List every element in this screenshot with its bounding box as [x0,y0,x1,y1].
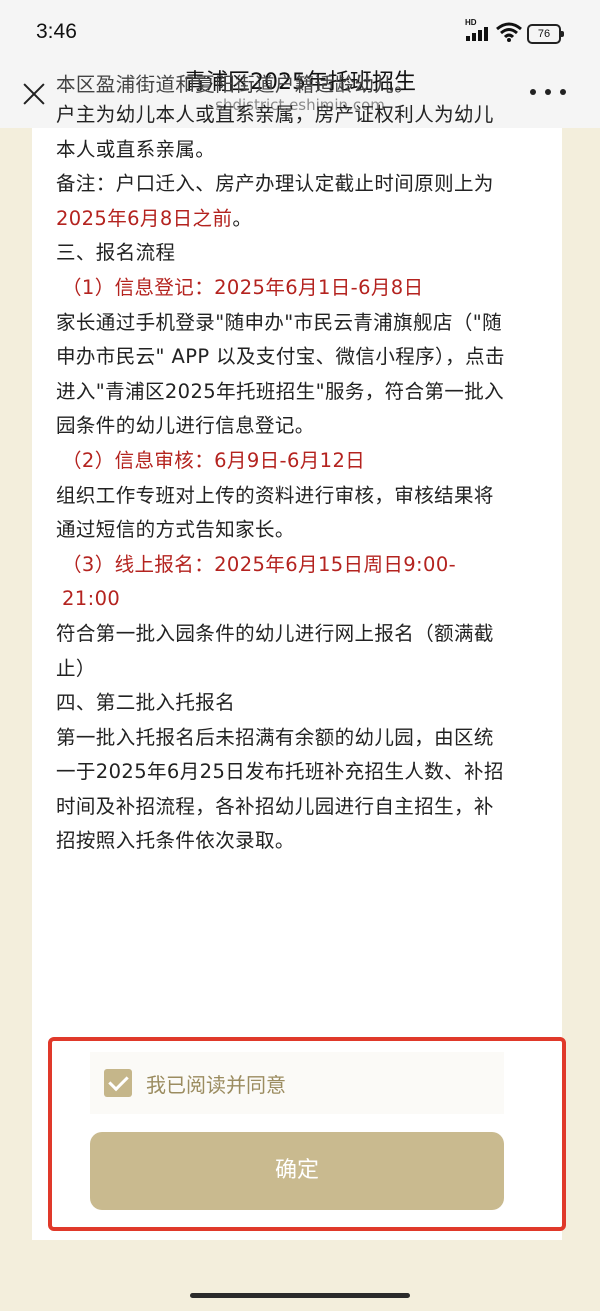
section4-body: 第一批入托报名后未招满有余额的幼儿园，由区统一于2025年6月25日发布托班补充… [56,725,504,853]
status-time: 3:46 [36,20,77,43]
notice-content: 本区盈浦街道和夏阳街道户籍适龄幼儿。 户主为幼儿本人或直系亲属，房产证权利人为幼… [56,73,506,859]
cut-line: 本区盈浦街道和夏阳街道户籍适龄幼儿。 [56,73,415,96]
confirm-button[interactable]: 确定 [90,1132,504,1210]
signal-icon [466,27,488,41]
battery-icon: 76 [527,24,564,44]
home-indicator [190,1293,410,1298]
deadline-highlight: 2025年6月8日之前 [56,206,233,230]
section4-heading: 四、第二批入托报名 [56,691,236,715]
step2-body: 组织工作专班对上传的资料进行审核，审核结果将通过短信的方式告知家长。 [56,483,494,542]
note-paragraph: 备注：户口迁入、房产办理认定截止时间原则上为2025年6月8日之前。 [56,172,494,230]
agreement-label: 我已阅读并同意 [146,1072,286,1097]
owner-paragraph: 户主为幼儿本人或直系亲属，房产证权利人为幼儿本人或直系亲属。 [56,103,494,161]
more-icon[interactable] [530,82,566,102]
wifi-icon [496,22,522,42]
step3-title: （3）线上报名：2025年6月15日周日9:00-21:00 [62,552,457,611]
agreement-checkbox-row[interactable]: 我已阅读并同意 [90,1052,504,1114]
checkbox-checked-icon[interactable] [104,1069,132,1097]
step1-title: （1）信息登记：2025年6月1日-6月8日 [62,275,424,299]
status-bar: 3:46 HD 76 [0,0,600,64]
section3-heading: 三、报名流程 [56,241,176,265]
step3-body: 符合第一批入园条件的幼儿进行网上报名（额满截止） [56,621,494,680]
step2-title: （2）信息审核：6月9日-6月12日 [62,448,366,472]
hd-label: HD [465,18,477,27]
step1-body: 家长通过手机登录"随申办"市民云青浦旗舰店（"随申办市民云" APP 以及支付宝… [56,310,505,438]
